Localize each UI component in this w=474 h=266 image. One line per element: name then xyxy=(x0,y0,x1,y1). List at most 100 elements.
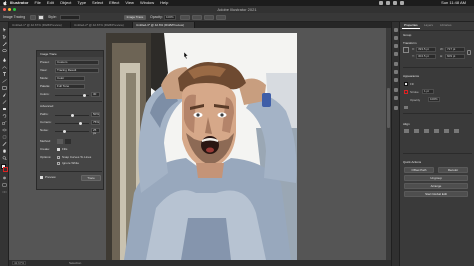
paths-slider[interactable] xyxy=(55,114,89,117)
recolor-button[interactable]: Recolor xyxy=(438,167,468,173)
offset-path-button[interactable]: Offset Path xyxy=(404,167,434,173)
paintbrush-tool-icon[interactable] xyxy=(2,93,7,97)
align-center-icon[interactable] xyxy=(414,129,419,133)
zoom-window-button[interactable] xyxy=(13,8,16,11)
corners-slider[interactable] xyxy=(55,122,89,125)
search-icon[interactable] xyxy=(400,1,404,5)
panel-title[interactable]: Image Trace xyxy=(37,51,103,57)
eyedropper-tool-icon[interactable] xyxy=(2,142,7,146)
rectangle-tool-icon[interactable] xyxy=(2,86,7,90)
line-tool-icon[interactable] xyxy=(2,79,7,83)
view-dropdown[interactable]: Tracing Result xyxy=(55,68,99,73)
swatches-panel-icon[interactable] xyxy=(394,36,398,40)
isolate-button[interactable] xyxy=(216,15,226,20)
graphic-styles-panel-icon[interactable] xyxy=(394,96,398,100)
drawing-mode-icon[interactable] xyxy=(2,176,7,180)
volume-icon[interactable] xyxy=(393,1,397,5)
arrange-button[interactable] xyxy=(204,15,214,20)
zoom-tool-icon[interactable] xyxy=(2,156,7,160)
rotate-tool-icon[interactable] xyxy=(2,114,7,118)
type-tool-icon[interactable] xyxy=(2,72,7,76)
noise-field[interactable]: 25 px xyxy=(91,128,100,135)
advanced-toggle[interactable]: Advanced xyxy=(40,104,53,109)
ignore-white-checkbox[interactable] xyxy=(57,162,60,165)
color-panel-icon[interactable] xyxy=(394,28,398,32)
fills-checkbox[interactable] xyxy=(57,148,60,151)
preview-checkbox[interactable] xyxy=(40,176,43,179)
width-tool-icon[interactable] xyxy=(2,128,7,132)
fill-swatch[interactable] xyxy=(404,82,408,86)
lasso-tool-icon[interactable] xyxy=(2,49,7,53)
tab-properties[interactable]: Properties xyxy=(402,22,420,29)
align-left-icon[interactable] xyxy=(404,129,409,133)
free-transform-tool-icon[interactable] xyxy=(2,135,7,139)
arrange-button[interactable]: Arrange xyxy=(404,183,468,189)
noise-slider[interactable] xyxy=(55,130,89,133)
reference-point-icon[interactable] xyxy=(403,47,409,53)
colors-slider-knob[interactable] xyxy=(83,94,86,97)
stroke-panel-icon[interactable] xyxy=(394,62,398,66)
colors-slider[interactable] xyxy=(55,94,89,97)
tab-layers[interactable]: Layers xyxy=(422,22,435,29)
w-field[interactable]: 727 pt xyxy=(445,47,465,52)
x-field[interactable]: 393.5 pt xyxy=(416,47,436,52)
traced-photo-image[interactable] xyxy=(106,33,297,260)
scrollbar-thumb[interactable] xyxy=(387,88,390,128)
more-options-icon[interactable] xyxy=(404,106,408,109)
scale-tool-icon[interactable] xyxy=(2,121,7,125)
image-trace-panel-icon[interactable] xyxy=(394,106,398,110)
edit-toolbar-icon[interactable] xyxy=(2,190,7,194)
magic-wand-tool-icon[interactable] xyxy=(2,42,7,46)
screen-mode-icon[interactable] xyxy=(2,183,7,187)
align-top-icon[interactable] xyxy=(434,129,439,133)
align-bottom-icon[interactable] xyxy=(454,129,459,133)
zoom-field[interactable]: 42.67% xyxy=(12,261,26,265)
ungroup-button[interactable]: Ungroup xyxy=(404,175,468,181)
pencil-tool-icon[interactable] xyxy=(2,100,7,104)
appearance-panel-icon[interactable] xyxy=(394,88,398,92)
align-middle-icon[interactable] xyxy=(444,129,449,133)
mode-dropdown[interactable]: Color xyxy=(55,76,85,81)
paths-slider-knob[interactable] xyxy=(71,114,74,117)
stroke-color-swatch[interactable] xyxy=(3,167,8,172)
selection-tool-icon[interactable] xyxy=(2,28,7,32)
transform-button[interactable] xyxy=(192,15,202,20)
y-field[interactable]: 304.5 pt xyxy=(416,54,436,59)
curvature-tool-icon[interactable] xyxy=(2,65,7,69)
battery-icon[interactable] xyxy=(386,1,390,5)
wifi-icon[interactable] xyxy=(379,1,383,5)
style-dropdown[interactable] xyxy=(60,15,80,20)
fill-swatch[interactable] xyxy=(38,15,44,20)
align-right-icon[interactable] xyxy=(424,129,429,133)
image-trace-button[interactable]: Image Trace xyxy=(124,15,146,20)
snap-curves-checkbox[interactable] xyxy=(57,156,60,159)
direct-selection-tool-icon[interactable] xyxy=(2,35,7,39)
h-field[interactable]: 609 pt xyxy=(445,54,465,59)
symbols-panel-icon[interactable] xyxy=(394,52,398,56)
trace-button[interactable]: Trace xyxy=(81,175,101,181)
noise-slider-knob[interactable] xyxy=(63,130,66,133)
hand-tool-icon[interactable] xyxy=(2,149,7,153)
stroke-swatch[interactable] xyxy=(404,90,408,94)
tab-libraries[interactable]: Libraries xyxy=(438,22,454,29)
opacity-field[interactable]: 100% xyxy=(428,97,440,102)
eraser-tool-icon[interactable] xyxy=(2,107,7,111)
minimize-window-button[interactable] xyxy=(8,8,11,11)
method-overlapping-button[interactable] xyxy=(65,139,71,144)
paths-field[interactable]: 50% xyxy=(91,112,100,117)
close-window-button[interactable] xyxy=(3,8,6,11)
artboard[interactable] xyxy=(106,33,297,260)
gradient-panel-icon[interactable] xyxy=(394,70,398,74)
stroke-swatch[interactable] xyxy=(30,15,36,20)
constrain-proportions-icon[interactable] xyxy=(467,50,471,55)
opacity-field[interactable]: 100% xyxy=(164,15,176,20)
start-global-edit-button[interactable]: Start Global Edit xyxy=(404,191,468,197)
corners-field[interactable]: 75% xyxy=(91,120,100,125)
palette-dropdown[interactable]: Full Tone xyxy=(55,84,85,89)
transparency-panel-icon[interactable] xyxy=(394,78,398,82)
colors-field[interactable]: 30 xyxy=(91,92,100,97)
preset-dropdown[interactable]: Custom xyxy=(55,60,99,65)
method-abutting-button[interactable] xyxy=(57,139,63,144)
stroke-weight-field[interactable]: 1 pt xyxy=(422,89,434,94)
align-button[interactable] xyxy=(180,15,190,20)
